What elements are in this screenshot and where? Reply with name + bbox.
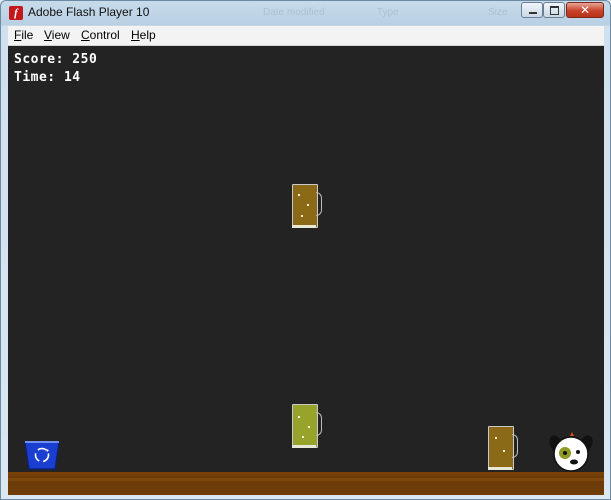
background-column-header: Date modified	[263, 7, 325, 18]
app-window: f Adobe Flash Player 10 Date modified Ty…	[0, 0, 611, 500]
window-title: Adobe Flash Player 10	[28, 5, 150, 19]
background-column-header: Type	[377, 7, 399, 18]
menu-view[interactable]: View	[44, 28, 70, 42]
dog-character-icon[interactable]	[548, 430, 594, 476]
ground-floor	[8, 472, 604, 495]
close-icon: ✕	[579, 3, 591, 17]
score-display: Score: 250	[14, 52, 98, 67]
menu-control[interactable]: Control	[81, 28, 120, 42]
maximize-icon	[550, 6, 559, 15]
maximize-button[interactable]	[543, 2, 565, 18]
recycle-bin-icon[interactable]	[24, 438, 60, 470]
ground-stripe	[8, 478, 604, 481]
background-column-header: Size	[488, 7, 508, 18]
beer-mug-icon	[488, 426, 518, 470]
flash-player-icon: f	[9, 6, 23, 20]
beer-mug-icon	[292, 184, 322, 228]
game-stage[interactable]: Score: 250 Time: 14	[8, 46, 604, 495]
time-display: Time: 14	[14, 70, 81, 85]
beer-mug-icon	[292, 404, 322, 448]
close-button[interactable]: ✕	[566, 2, 604, 18]
menu-help[interactable]: Help	[131, 28, 156, 42]
menu-bar: File View Control Help	[8, 26, 604, 46]
menu-file[interactable]: File	[14, 28, 33, 42]
minimize-icon	[529, 12, 537, 14]
minimize-button[interactable]	[521, 2, 543, 18]
title-bar[interactable]: f Adobe Flash Player 10 Date modified Ty…	[1, 1, 610, 25]
